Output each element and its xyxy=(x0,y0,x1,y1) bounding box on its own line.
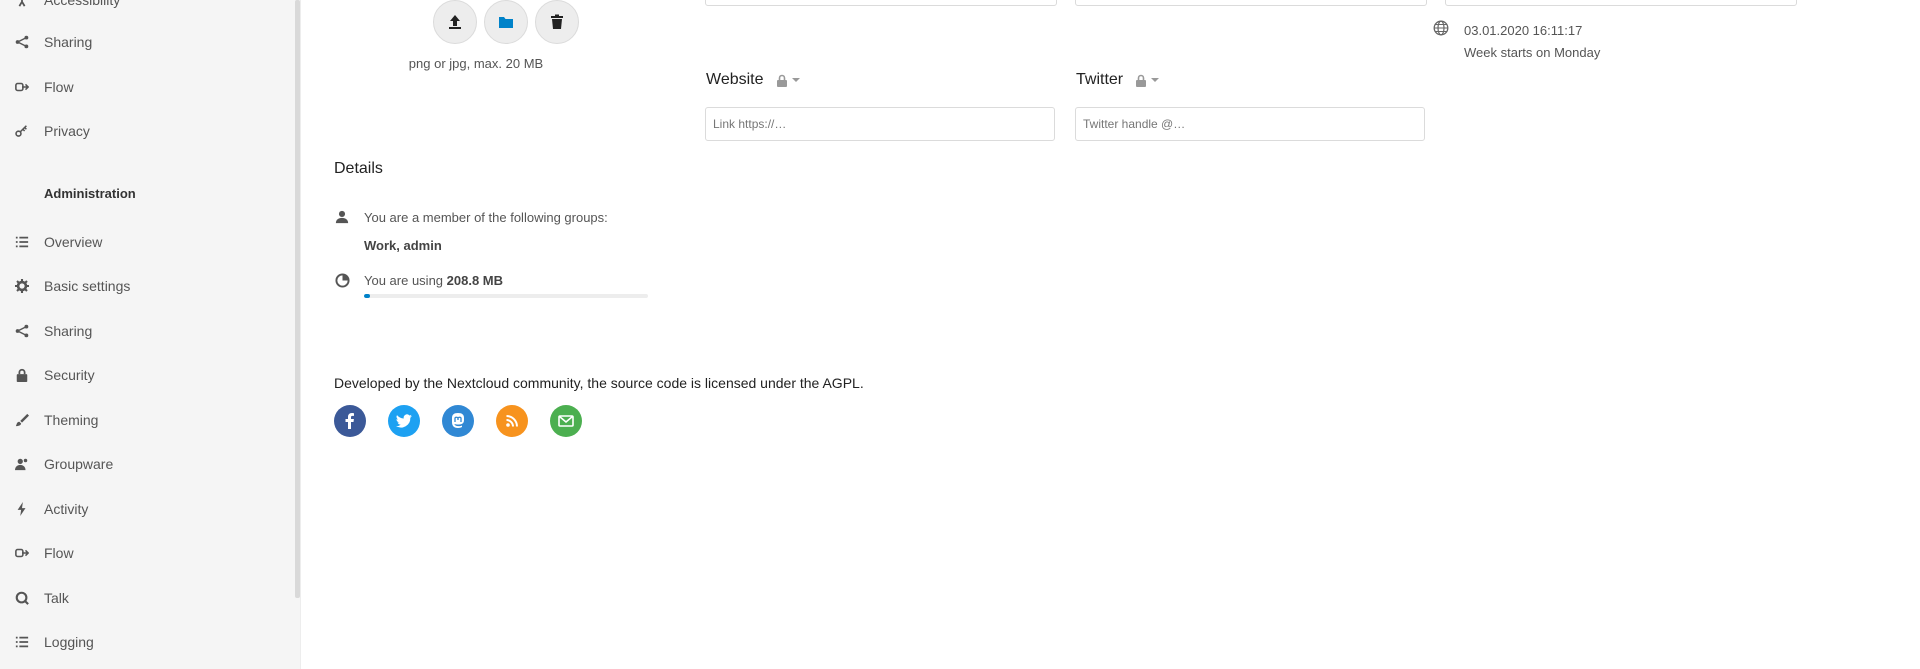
settings-sidebar: Accessibility Sharing Flow Privacy Admin… xyxy=(0,0,301,669)
list-icon xyxy=(14,634,30,650)
gear-icon xyxy=(14,278,30,294)
twitter-icon xyxy=(394,411,414,431)
footer-license-text: Developed by the Nextcloud community, th… xyxy=(334,375,864,391)
twitter-label-text: Twitter xyxy=(1076,71,1124,88)
lock-icon xyxy=(1135,74,1147,87)
sidebar-item-label: Overview xyxy=(44,234,103,250)
sidebar-item-activity[interactable]: Activity xyxy=(0,489,290,529)
chevron-down-icon xyxy=(1151,78,1160,82)
sidebar-item-flow[interactable]: Flow xyxy=(0,67,290,107)
rss-icon xyxy=(502,411,522,431)
rss-link[interactable] xyxy=(496,405,528,437)
groups-text: You are a member of the following groups… xyxy=(364,210,608,225)
paint-icon xyxy=(14,412,30,428)
sidebar-item-label: Sharing xyxy=(44,34,93,50)
upload-avatar-button[interactable] xyxy=(433,0,477,44)
sidebar-item-label: Privacy xyxy=(44,123,90,139)
sidebar-item-theming[interactable]: Theming xyxy=(0,400,290,440)
talk-icon xyxy=(14,590,30,606)
sidebar-item-label: Groupware xyxy=(44,456,114,472)
lock-icon xyxy=(14,367,30,383)
sidebar-item-accessibility[interactable]: Accessibility xyxy=(0,0,290,20)
quota-icon xyxy=(335,273,351,289)
sidebar-item-flow-admin[interactable]: Flow xyxy=(0,533,290,573)
avatar-hint: png or jpg, max. 20 MB xyxy=(408,56,544,71)
sidebar-item-label: Basic settings xyxy=(44,278,131,294)
upload-icon xyxy=(447,14,463,30)
globe-icon xyxy=(1433,20,1449,36)
sidebar-item-label: Logging xyxy=(44,634,94,650)
mastodon-icon xyxy=(448,411,468,431)
address-field[interactable] xyxy=(1075,0,1427,6)
groups-value: Work, admin xyxy=(364,238,442,253)
mastodon-link[interactable] xyxy=(442,405,474,437)
twitter-label: Twitter xyxy=(1076,71,1160,89)
usage-value: 208.8 MB xyxy=(446,273,504,288)
list-icon xyxy=(14,234,30,250)
remove-avatar-button[interactable] xyxy=(535,0,579,44)
website-label-text: Website xyxy=(706,71,764,88)
sidebar-item-label: Flow xyxy=(44,79,74,95)
sidebar-item-label: Talk xyxy=(44,590,69,606)
lightning-icon xyxy=(14,501,30,517)
user-icon xyxy=(335,210,351,226)
sidebar-item-label: Accessibility xyxy=(44,0,121,8)
share-icon xyxy=(14,323,30,339)
website-visibility-menu[interactable] xyxy=(776,74,800,87)
trash-icon xyxy=(549,14,565,30)
usage-prefix: You are using xyxy=(364,273,444,288)
choose-avatar-from-files-button[interactable] xyxy=(484,0,528,44)
sidebar-item-sharing[interactable]: Sharing xyxy=(0,22,290,62)
chevron-down-icon xyxy=(791,78,800,82)
sidebar-item-basic-settings[interactable]: Basic settings xyxy=(0,266,290,306)
language-select[interactable] xyxy=(1445,0,1797,6)
email-field[interactable] xyxy=(705,0,1057,6)
facebook-icon xyxy=(340,411,360,431)
sidebar-item-label: Sharing xyxy=(44,323,93,339)
quota-progress-bar xyxy=(364,294,648,298)
facebook-link[interactable] xyxy=(334,405,366,437)
sidebar-item-overview[interactable]: Overview xyxy=(0,222,290,262)
groupware-icon xyxy=(14,456,30,472)
locale-datetime: 03.01.2020 16:11:17 xyxy=(1464,23,1583,38)
sidebar-item-logging[interactable]: Logging xyxy=(0,622,290,662)
sidebar-item-label: Theming xyxy=(44,412,99,428)
sidebar-item-label: Security xyxy=(44,367,95,383)
details-title: Details xyxy=(334,160,383,177)
mail-icon xyxy=(556,411,576,431)
key-icon xyxy=(14,123,30,139)
sidebar-item-label: Activity xyxy=(44,501,89,517)
twitter-input[interactable] xyxy=(1075,107,1425,141)
flow-icon xyxy=(14,545,30,561)
website-label: Website xyxy=(706,71,800,89)
flow-icon xyxy=(14,79,30,95)
twitter-visibility-menu[interactable] xyxy=(1135,74,1160,87)
sidebar-item-sharing[interactable]: Sharing xyxy=(0,311,290,351)
mail-link[interactable] xyxy=(550,405,582,437)
lock-icon xyxy=(776,74,788,87)
share-icon xyxy=(14,34,30,50)
sidebar-item-talk[interactable]: Talk xyxy=(0,578,290,618)
personal-settings-content: png or jpg, max. 20 MB Website Twitter 0… xyxy=(301,0,1920,669)
sidebar-heading-administration: Administration xyxy=(44,186,136,201)
accessibility-icon xyxy=(14,0,30,8)
sidebar-scrollbar[interactable] xyxy=(295,0,300,598)
folder-icon xyxy=(498,14,514,30)
quota-progress-fill xyxy=(364,294,370,298)
sidebar-item-privacy[interactable]: Privacy xyxy=(0,111,290,151)
sidebar-item-label: Flow xyxy=(44,545,74,561)
sidebar-item-groupware[interactable]: Groupware xyxy=(0,444,290,484)
locale-week-start: Week starts on Monday xyxy=(1464,45,1601,60)
website-input[interactable] xyxy=(705,107,1055,141)
usage-text: You are using 208.8 MB xyxy=(364,273,503,288)
sidebar-item-security[interactable]: Security xyxy=(0,355,290,395)
twitter-link[interactable] xyxy=(388,405,420,437)
